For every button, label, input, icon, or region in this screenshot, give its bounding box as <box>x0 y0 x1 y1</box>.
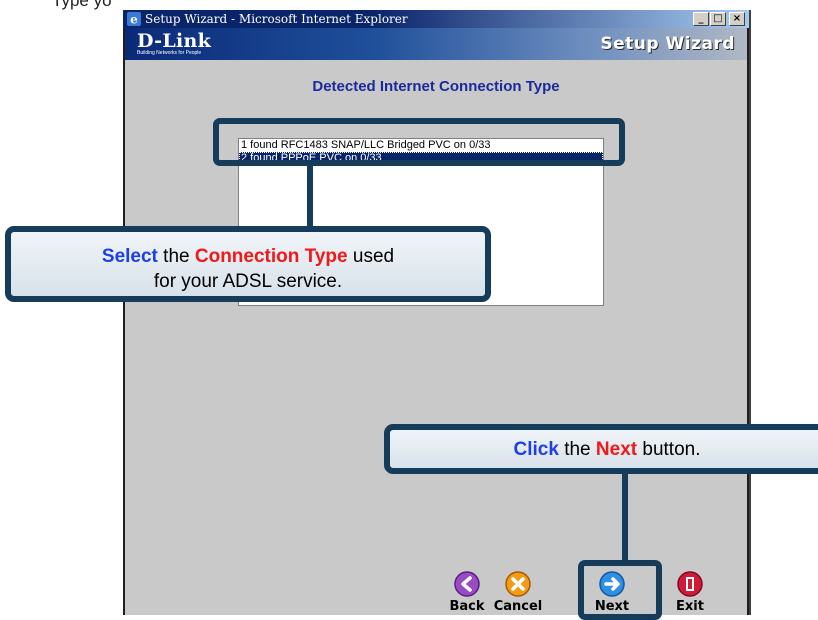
maximize-button[interactable]: □ <box>710 12 726 26</box>
list-callout-connector <box>307 166 313 228</box>
browser-window: e Setup Wizard - Microsoft Internet Expl… <box>121 10 751 615</box>
callout-highlight-next: Next <box>595 439 638 460</box>
callout-text: the <box>157 246 195 267</box>
next-callout-connector <box>622 472 628 562</box>
exit-label: Exit <box>676 599 704 614</box>
cancel-button[interactable]: Cancel <box>488 570 548 614</box>
svg-text:e: e <box>130 13 138 27</box>
list-highlight-frame <box>213 118 625 166</box>
exit-door-icon <box>677 571 703 597</box>
callout-verb-select: Select <box>101 246 158 267</box>
callout-text: used <box>347 246 395 267</box>
page-heading-fragment: Type yo <box>52 0 112 10</box>
callout-text-line2: for your ADSL service. <box>153 271 343 292</box>
next-highlight-frame <box>578 560 662 620</box>
minimize-button[interactable]: _ <box>693 12 709 26</box>
cancel-x-icon <box>505 571 531 597</box>
callout-text: button. <box>637 439 701 460</box>
close-button[interactable]: × <box>729 12 745 26</box>
wizard-content: D-Link Building Networks for People Setu… <box>123 28 749 615</box>
wizard-header: D-Link Building Networks for People Setu… <box>125 28 747 60</box>
cancel-label: Cancel <box>493 599 543 614</box>
select-connection-callout: Select the Connection Type used for your… <box>5 226 491 302</box>
callout-highlight-connection-type: Connection Type <box>194 246 348 267</box>
ie-icon[interactable]: e <box>126 11 142 27</box>
title-bar[interactable]: e Setup Wizard - Microsoft Internet Expl… <box>123 10 749 28</box>
exit-button[interactable]: Exit <box>660 570 720 614</box>
click-next-callout: Click the Next button. <box>384 424 818 474</box>
back-arrow-icon <box>454 571 480 597</box>
brand-tagline: Building Networks for People <box>137 50 202 56</box>
window-title: Setup Wizard - Microsoft Internet Explor… <box>145 12 408 26</box>
brand-name: D-Link <box>137 30 212 52</box>
dlink-logo: D-Link Building Networks for People <box>137 30 211 56</box>
caption-buttons: _ □ × <box>693 12 745 26</box>
wizard-label: Setup Wizard <box>600 34 735 54</box>
callout-text: the <box>558 439 596 460</box>
callout-verb-click: Click <box>513 439 559 460</box>
page-title: Detected Internet Connection Type <box>312 78 560 95</box>
